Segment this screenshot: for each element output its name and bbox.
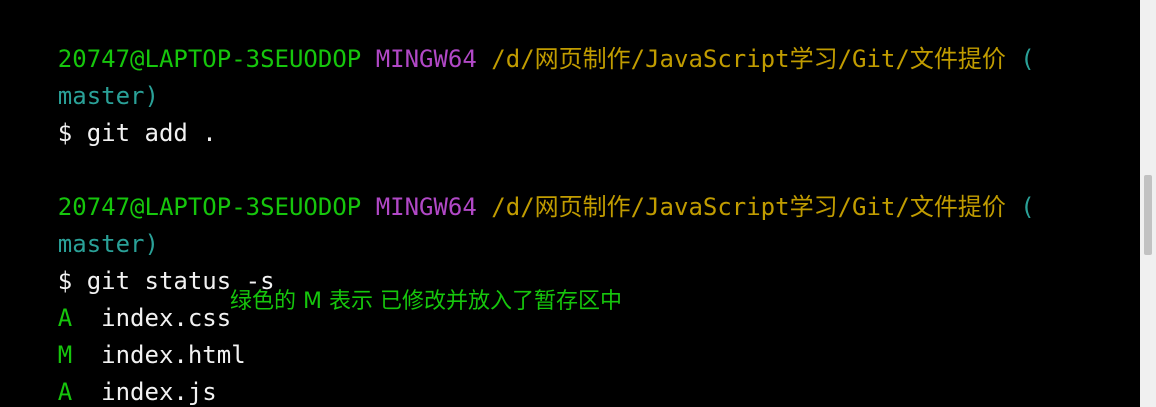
prompt-branch-line: master) [0, 189, 159, 258]
status-row: A index.css [0, 263, 231, 332]
vertical-scrollbar[interactable] [1140, 0, 1156, 407]
prompt-system: MINGW64 [375, 45, 477, 73]
prompt-branch-line: master) [0, 41, 159, 110]
prompt-branch-open: ( [1020, 193, 1035, 221]
prompt-system: MINGW64 [375, 193, 477, 221]
annotation-note: 绿色的 M 表示 已修改并放入了暂存区中 [230, 289, 622, 314]
command-line: $ git add . [0, 78, 217, 147]
command-line: $ git status -s [0, 226, 275, 295]
status-code: A [57, 378, 73, 406]
terminal-window[interactable]: 20747@LAPTOP-3SEUODOP MINGW64 /d/网页制作/Ja… [0, 0, 1140, 407]
status-file: index.js [101, 378, 217, 406]
status-row: M index.html [0, 300, 246, 369]
prompt-line: 20747@LAPTOP-3SEUODOP MINGW64 /d/网页制作/Ja… [0, 4, 1035, 73]
prompt-path: /d/网页制作/JavaScript学习/Git/文件提价 [491, 45, 1006, 73]
status-row: A index.js [0, 337, 217, 406]
prompt-branch-open: ( [1020, 45, 1035, 73]
prompt-line: 20747@LAPTOP-3SEUODOP MINGW64 /d/网页制作/Ja… [0, 152, 1035, 221]
prompt-path: /d/网页制作/JavaScript学习/Git/文件提价 [491, 193, 1006, 221]
prompt-symbol: $ [57, 119, 73, 147]
command-text: git add . [86, 119, 217, 147]
scrollbar-thumb[interactable] [1144, 175, 1152, 255]
